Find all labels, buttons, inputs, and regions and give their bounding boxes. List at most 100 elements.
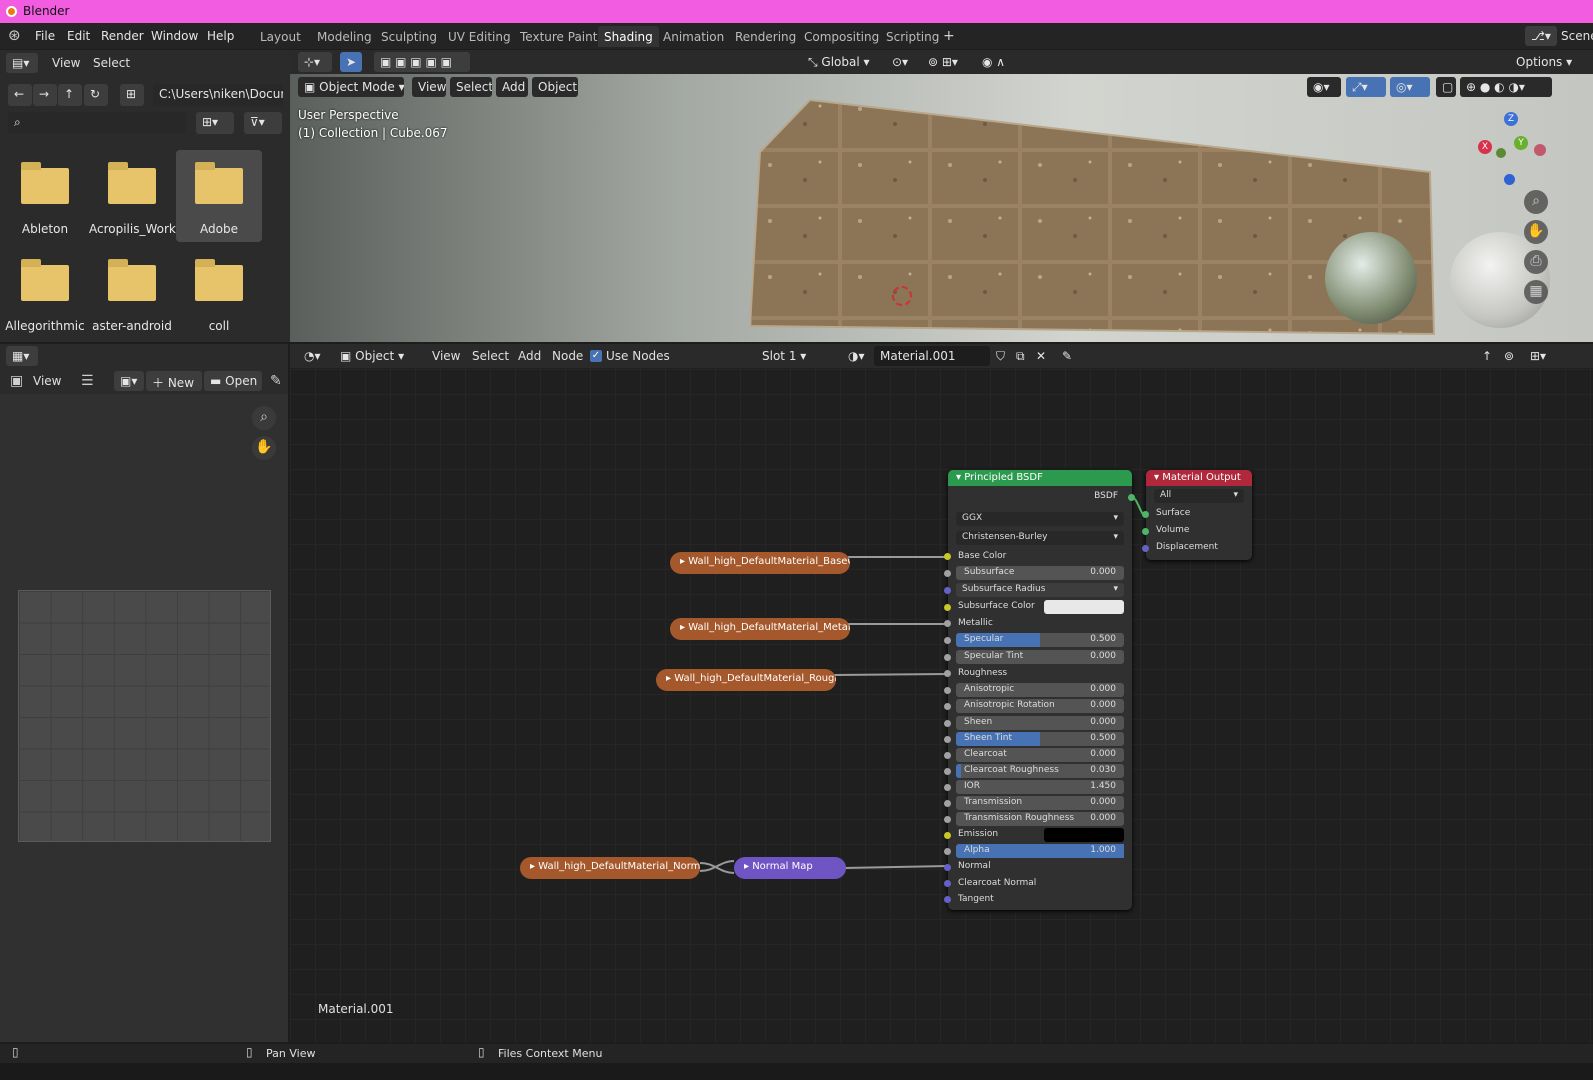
uv-grid-canvas[interactable]	[18, 590, 271, 842]
vp-menu-add[interactable]: Add	[496, 77, 528, 97]
subsurface-field[interactable]: Subsurface 0.000	[956, 566, 1124, 580]
bsdf-node-header[interactable]: ▾ Principled BSDF	[948, 470, 1132, 486]
tab-rendering[interactable]: Rendering	[729, 26, 802, 47]
back-arrow-icon[interactable]: ←	[8, 84, 32, 106]
vp-menu-view[interactable]: View	[412, 77, 446, 97]
sheen-tint-socket[interactable]	[944, 736, 951, 743]
tab-layout[interactable]: Layout	[254, 26, 307, 47]
sheen-field[interactable]: Sheen 0.000	[956, 716, 1124, 730]
transmission-field[interactable]: Transmission 0.000	[956, 796, 1124, 810]
clearcoat-field[interactable]: Clearcoat 0.000	[956, 748, 1124, 762]
clearcoat-roughness-field[interactable]: Clearcoat Roughness 0.030	[956, 764, 1124, 778]
image-texture-node[interactable]: ▸ Wall_high_DefaultMaterial_Normal.png	[520, 857, 700, 879]
alpha-socket[interactable]	[944, 848, 951, 855]
tab-modeling[interactable]: Modeling	[311, 26, 378, 47]
principled-bsdf-node[interactable]: ▾ Principled BSDF BSDF GGX ▾ Christensen-…	[944, 470, 1135, 910]
scene-selector-icon[interactable]: ⎇▾	[1525, 26, 1557, 46]
folder-item[interactable]: Ableton	[2, 150, 88, 242]
refresh-icon[interactable]: ↻	[84, 84, 108, 106]
volume-socket[interactable]	[1142, 528, 1149, 535]
clearcoat-normal-socket[interactable]	[944, 880, 951, 887]
sheen-socket[interactable]	[944, 720, 951, 727]
zoom-icon[interactable]: ⌕	[1524, 190, 1548, 214]
new-image-button[interactable]: ＋ New	[146, 371, 202, 391]
anisotropic-rotation-socket[interactable]	[944, 703, 951, 710]
specular-tint-socket[interactable]	[944, 654, 951, 661]
image-texture-node[interactable]: ▸ Wall_high_DefaultMaterial_BaseColor...…	[670, 552, 850, 574]
ior-socket[interactable]	[944, 784, 951, 791]
browse-image-icon[interactable]: ▣▾	[114, 371, 144, 391]
tab-sculpting[interactable]: Sculpting	[375, 26, 443, 47]
image-texture-node[interactable]: ▸ Wall_high_DefaultMaterial_Metallic.png	[670, 618, 850, 640]
display-mode-icon[interactable]: ⊞▾	[196, 112, 234, 134]
folder-item[interactable]: aster-android	[89, 247, 175, 339]
folder-item[interactable]: Acropilis_Work	[89, 150, 176, 242]
ior-field[interactable]: IOR 1.450	[956, 780, 1124, 794]
clearcoat-roughness-socket[interactable]	[944, 768, 951, 775]
normal-socket[interactable]	[944, 864, 951, 871]
tab-compositing[interactable]: Compositing	[798, 26, 885, 47]
alpha-field[interactable]: Alpha 1.000	[956, 844, 1124, 858]
tangent-socket[interactable]	[944, 896, 951, 903]
menu-edit[interactable]: Edit	[67, 29, 90, 43]
hamburger-menu-icon[interactable]: ☰	[81, 374, 94, 388]
base-color-socket[interactable]	[944, 553, 951, 560]
displacement-socket[interactable]	[1142, 545, 1149, 552]
output-target-dropdown[interactable]: All ▾	[1154, 489, 1244, 503]
specular-field[interactable]: Specular 0.500	[956, 633, 1124, 647]
shading-mode-icons[interactable]: ⊕ ● ◐ ◑▾	[1460, 77, 1552, 97]
subsurface-radius-dropdown[interactable]: Subsurface Radius ▾	[956, 583, 1124, 597]
menu-render[interactable]: Render	[101, 29, 144, 43]
3d-viewport[interactable]: ⊹▾ ➤ ▣ ▣ ▣ ▣ ▣ ⤡ Global ▾ ⊙▾ ⊚ ⊞▾ ◉ ∧ Op…	[290, 50, 1593, 342]
tab-scripting[interactable]: Scripting	[880, 26, 945, 47]
emission-color-swatch[interactable]	[1044, 828, 1124, 842]
snap-icon[interactable]: ⊚ ⊞▾	[922, 52, 972, 72]
specular-socket[interactable]	[944, 637, 951, 644]
select-tool-icon[interactable]: ➤	[340, 52, 362, 72]
zoom-icon[interactable]: ⌕	[252, 406, 276, 430]
anisotropic-rotation-field[interactable]: Anisotropic Rotation 0.000	[956, 699, 1124, 713]
proportional-edit-icon[interactable]: ◉ ∧	[976, 52, 1026, 72]
editor-type-image-icon[interactable]: ▦▾	[6, 346, 38, 366]
axis-x-icon[interactable]: X	[1478, 140, 1492, 154]
clearcoat-socket[interactable]	[944, 752, 951, 759]
transmission-socket[interactable]	[944, 800, 951, 807]
pin-icon[interactable]: ✎	[270, 374, 282, 388]
sheen-tint-field[interactable]: Sheen Tint 0.500	[956, 732, 1124, 746]
image-texture-node[interactable]: ▸ Wall_high_DefaultMaterial_Roughness...…	[656, 669, 836, 691]
subsurface-socket[interactable]	[944, 570, 951, 577]
image-view-icon[interactable]: ▣	[10, 374, 23, 388]
add-workspace-icon[interactable]: +	[943, 29, 955, 43]
tab-animation[interactable]: Animation	[657, 26, 730, 47]
specular-tint-field[interactable]: Specular Tint 0.000	[956, 650, 1124, 664]
menu-file[interactable]: File	[35, 29, 55, 43]
subsurface-color-swatch[interactable]	[1044, 600, 1124, 614]
anisotropic-socket[interactable]	[944, 687, 951, 694]
pan-hand-icon[interactable]: ✋	[1524, 220, 1548, 244]
menu-help[interactable]: Help	[207, 29, 234, 43]
forward-arrow-icon[interactable]: →	[33, 84, 57, 106]
axis-neg-x-icon[interactable]	[1534, 144, 1546, 156]
orientation-dropdown[interactable]: ⤡ Global ▾	[802, 52, 880, 72]
bsdf-output-socket[interactable]	[1128, 494, 1135, 501]
anisotropic-field[interactable]: Anisotropic 0.000	[956, 683, 1124, 697]
blender-menu-icon[interactable]: ⊛	[8, 28, 21, 43]
3d-cursor-icon[interactable]	[892, 286, 912, 306]
transmission-roughness-socket[interactable]	[944, 816, 951, 823]
path-field[interactable]: C:\Users\niken\Docum...	[153, 84, 283, 106]
options-button[interactable]: Options ▾	[1510, 52, 1576, 72]
output-node-header[interactable]: ▾ Material Output	[1146, 470, 1252, 486]
scene-label[interactable]: Scene	[1561, 29, 1593, 43]
ie-menu-view[interactable]: View	[33, 374, 61, 388]
axis-z-icon[interactable]: Z	[1504, 112, 1518, 126]
normal-map-node[interactable]: ▸ Normal Map	[734, 857, 846, 879]
surface-socket[interactable]	[1142, 511, 1149, 518]
vp-menu-object[interactable]: Object	[532, 77, 578, 97]
axis-gizmo[interactable]: Z X Y	[1474, 110, 1546, 190]
camera-icon[interactable]: ⎙	[1524, 250, 1548, 274]
filter-icon[interactable]: ⊽▾	[244, 112, 282, 134]
menu-window[interactable]: Window	[151, 29, 198, 43]
new-folder-icon[interactable]: ⊞	[120, 84, 144, 106]
pan-hand-icon[interactable]: ✋	[252, 436, 276, 460]
metallic-socket[interactable]	[944, 620, 951, 627]
